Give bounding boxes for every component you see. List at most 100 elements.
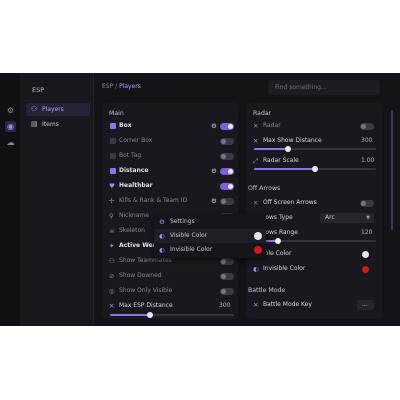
main-content: ESP / Players Find something... Main Box… <box>95 73 400 326</box>
icon-rail: ⚙ ◉ ☁ <box>0 73 20 326</box>
teammates-icon: ⚇ <box>109 257 115 265</box>
nickname-icon: ⚲ <box>109 212 114 220</box>
color-icon: ◐ <box>159 232 165 240</box>
breadcrumb: ESP / Players <box>102 83 141 90</box>
row-label: rows Range <box>263 229 298 236</box>
row-max-show-distance: ✕ Max Show Distance 300 <box>246 135 382 147</box>
row-radar[interactable]: ✕ Radar <box>246 120 382 132</box>
toggle[interactable] <box>220 168 234 175</box>
scrollbar[interactable] <box>391 110 393 230</box>
checkbox[interactable] <box>110 123 116 129</box>
slider-knob[interactable] <box>285 146 292 152</box>
row-visible-color[interactable]: ible Color <box>246 248 382 260</box>
toggle[interactable] <box>220 153 234 160</box>
toggle[interactable] <box>360 200 374 207</box>
context-item-label: Settings <box>170 218 195 225</box>
row-label: Box <box>119 122 132 129</box>
row-label: Off Screen Arrows <box>263 199 317 206</box>
users-icon: ⚇ <box>31 105 38 113</box>
row-max-esp-distance: ✕ Max ESP Distance 300 <box>102 300 238 312</box>
toggle[interactable] <box>220 183 234 190</box>
battle-mode-key-button[interactable]: ... <box>357 300 374 310</box>
row-arrows-range: rows Range 120 <box>246 227 382 239</box>
slider-knob[interactable] <box>312 166 318 172</box>
breadcrumb-current: Players <box>119 83 141 90</box>
checkbox[interactable] <box>110 153 116 159</box>
row-label: Show Downed <box>119 272 162 279</box>
row-off-screen-arrows[interactable]: ✕ Off Screen Arrows <box>246 197 382 209</box>
breadcrumb-separator: / <box>115 83 118 90</box>
row-show-downed[interactable]: ⊘ Show Downed <box>102 270 238 282</box>
slider-knob[interactable] <box>146 312 153 318</box>
slider-fill <box>254 148 289 150</box>
row-box[interactable]: Box ⚙ <box>102 120 238 132</box>
toggle[interactable] <box>220 198 234 205</box>
toggle[interactable] <box>360 123 374 130</box>
row-label: rows Type <box>263 214 293 221</box>
row-bot-tag[interactable]: Bot Tag <box>102 150 238 162</box>
top-bar: ESP / Players Find something... <box>95 80 400 96</box>
toggle[interactable] <box>220 123 234 130</box>
arrows-range-slider[interactable] <box>254 238 376 244</box>
downed-icon: ⊘ <box>109 272 115 280</box>
row-label: Healthbar <box>119 182 153 189</box>
row-show-only-visible[interactable]: ◎ Show Only Visible <box>102 285 238 297</box>
panel-title: Radar <box>253 110 272 117</box>
row-label: Max ESP Distance <box>119 302 173 309</box>
sidebar-item-players[interactable]: ⚇ Players <box>26 103 90 116</box>
radar-scale-slider[interactable] <box>254 166 376 172</box>
context-item-visible-color[interactable]: ◐ Visible Color <box>154 229 266 243</box>
skeleton-icon: ☠ <box>109 227 115 235</box>
visible-color-swatch[interactable] <box>362 251 369 258</box>
distance-icon: ✕ <box>109 302 115 310</box>
row-invisible-color[interactable]: ◐ Invisible Color <box>246 263 382 275</box>
row-kills-rank[interactable]: ✢ Kills & Rank & Team ID ⚙ <box>102 195 238 207</box>
search-input[interactable]: Find something... <box>268 80 380 95</box>
gear-icon[interactable]: ⚙ <box>211 165 217 177</box>
toggle[interactable] <box>220 138 234 145</box>
checkbox[interactable] <box>110 168 116 174</box>
row-label: Battle Mode Key <box>263 301 312 308</box>
radar-icon: ✕ <box>253 122 259 130</box>
visible-icon: ◎ <box>109 287 115 295</box>
context-item-settings[interactable]: ⚙ Settings <box>154 215 266 229</box>
slider-value: 300 <box>361 137 373 144</box>
cloud-icon[interactable]: ☁ <box>5 137 16 148</box>
gear-icon[interactable]: ⚙ <box>5 105 16 116</box>
context-item-label: Invisible Color <box>170 246 213 253</box>
gear-icon[interactable]: ⚙ <box>211 195 217 207</box>
eye-icon[interactable]: ◉ <box>5 121 16 132</box>
esp-app-window: ⚙ ◉ ☁ ESP ⚇ Players ▤ Items ESP / Player… <box>0 73 400 326</box>
invisible-color-swatch[interactable] <box>362 266 369 273</box>
sidebar-item-label: Items <box>42 121 59 128</box>
max-show-distance-slider[interactable] <box>254 146 376 152</box>
gear-icon[interactable]: ⚙ <box>211 120 217 132</box>
invisible-color-swatch[interactable] <box>254 246 262 254</box>
main-panel: Main Box ⚙ Corner Box Bot Tag Distance ⚙… <box>102 103 238 319</box>
row-label: Nickname <box>119 212 149 219</box>
context-item-invisible-color[interactable]: ◐ Invisible Color <box>154 243 266 257</box>
max-esp-distance-slider[interactable] <box>110 312 234 318</box>
row-label: ible Color <box>263 250 292 257</box>
sidebar-item-label: Players <box>42 106 64 113</box>
row-label: Radar Scale <box>263 157 299 164</box>
color-icon: ◐ <box>159 246 165 254</box>
checkbox[interactable] <box>110 138 116 144</box>
row-healthbar[interactable]: ♥ Healthbar <box>102 180 238 192</box>
breadcrumb-root[interactable]: ESP <box>102 83 113 90</box>
slider-value: 300 <box>219 302 231 309</box>
slider-knob[interactable] <box>275 238 282 244</box>
row-label: Invisible Color <box>263 265 306 272</box>
key-icon: ✕ <box>253 301 259 309</box>
arrows-type-dropdown[interactable]: Arc ▼ <box>320 213 374 223</box>
visible-color-swatch[interactable] <box>254 232 262 240</box>
toggle[interactable] <box>220 288 234 295</box>
section-title-battle-mode: Battle Mode <box>248 287 286 294</box>
row-distance[interactable]: Distance ⚙ <box>102 165 238 177</box>
arrows-icon: ✕ <box>253 199 259 207</box>
toggle[interactable] <box>220 273 234 280</box>
sidebar-item-items[interactable]: ▤ Items <box>26 118 90 131</box>
row-corner-box[interactable]: Corner Box <box>102 135 238 147</box>
row-label: Max Show Distance <box>263 137 322 144</box>
toggle[interactable] <box>220 258 234 265</box>
